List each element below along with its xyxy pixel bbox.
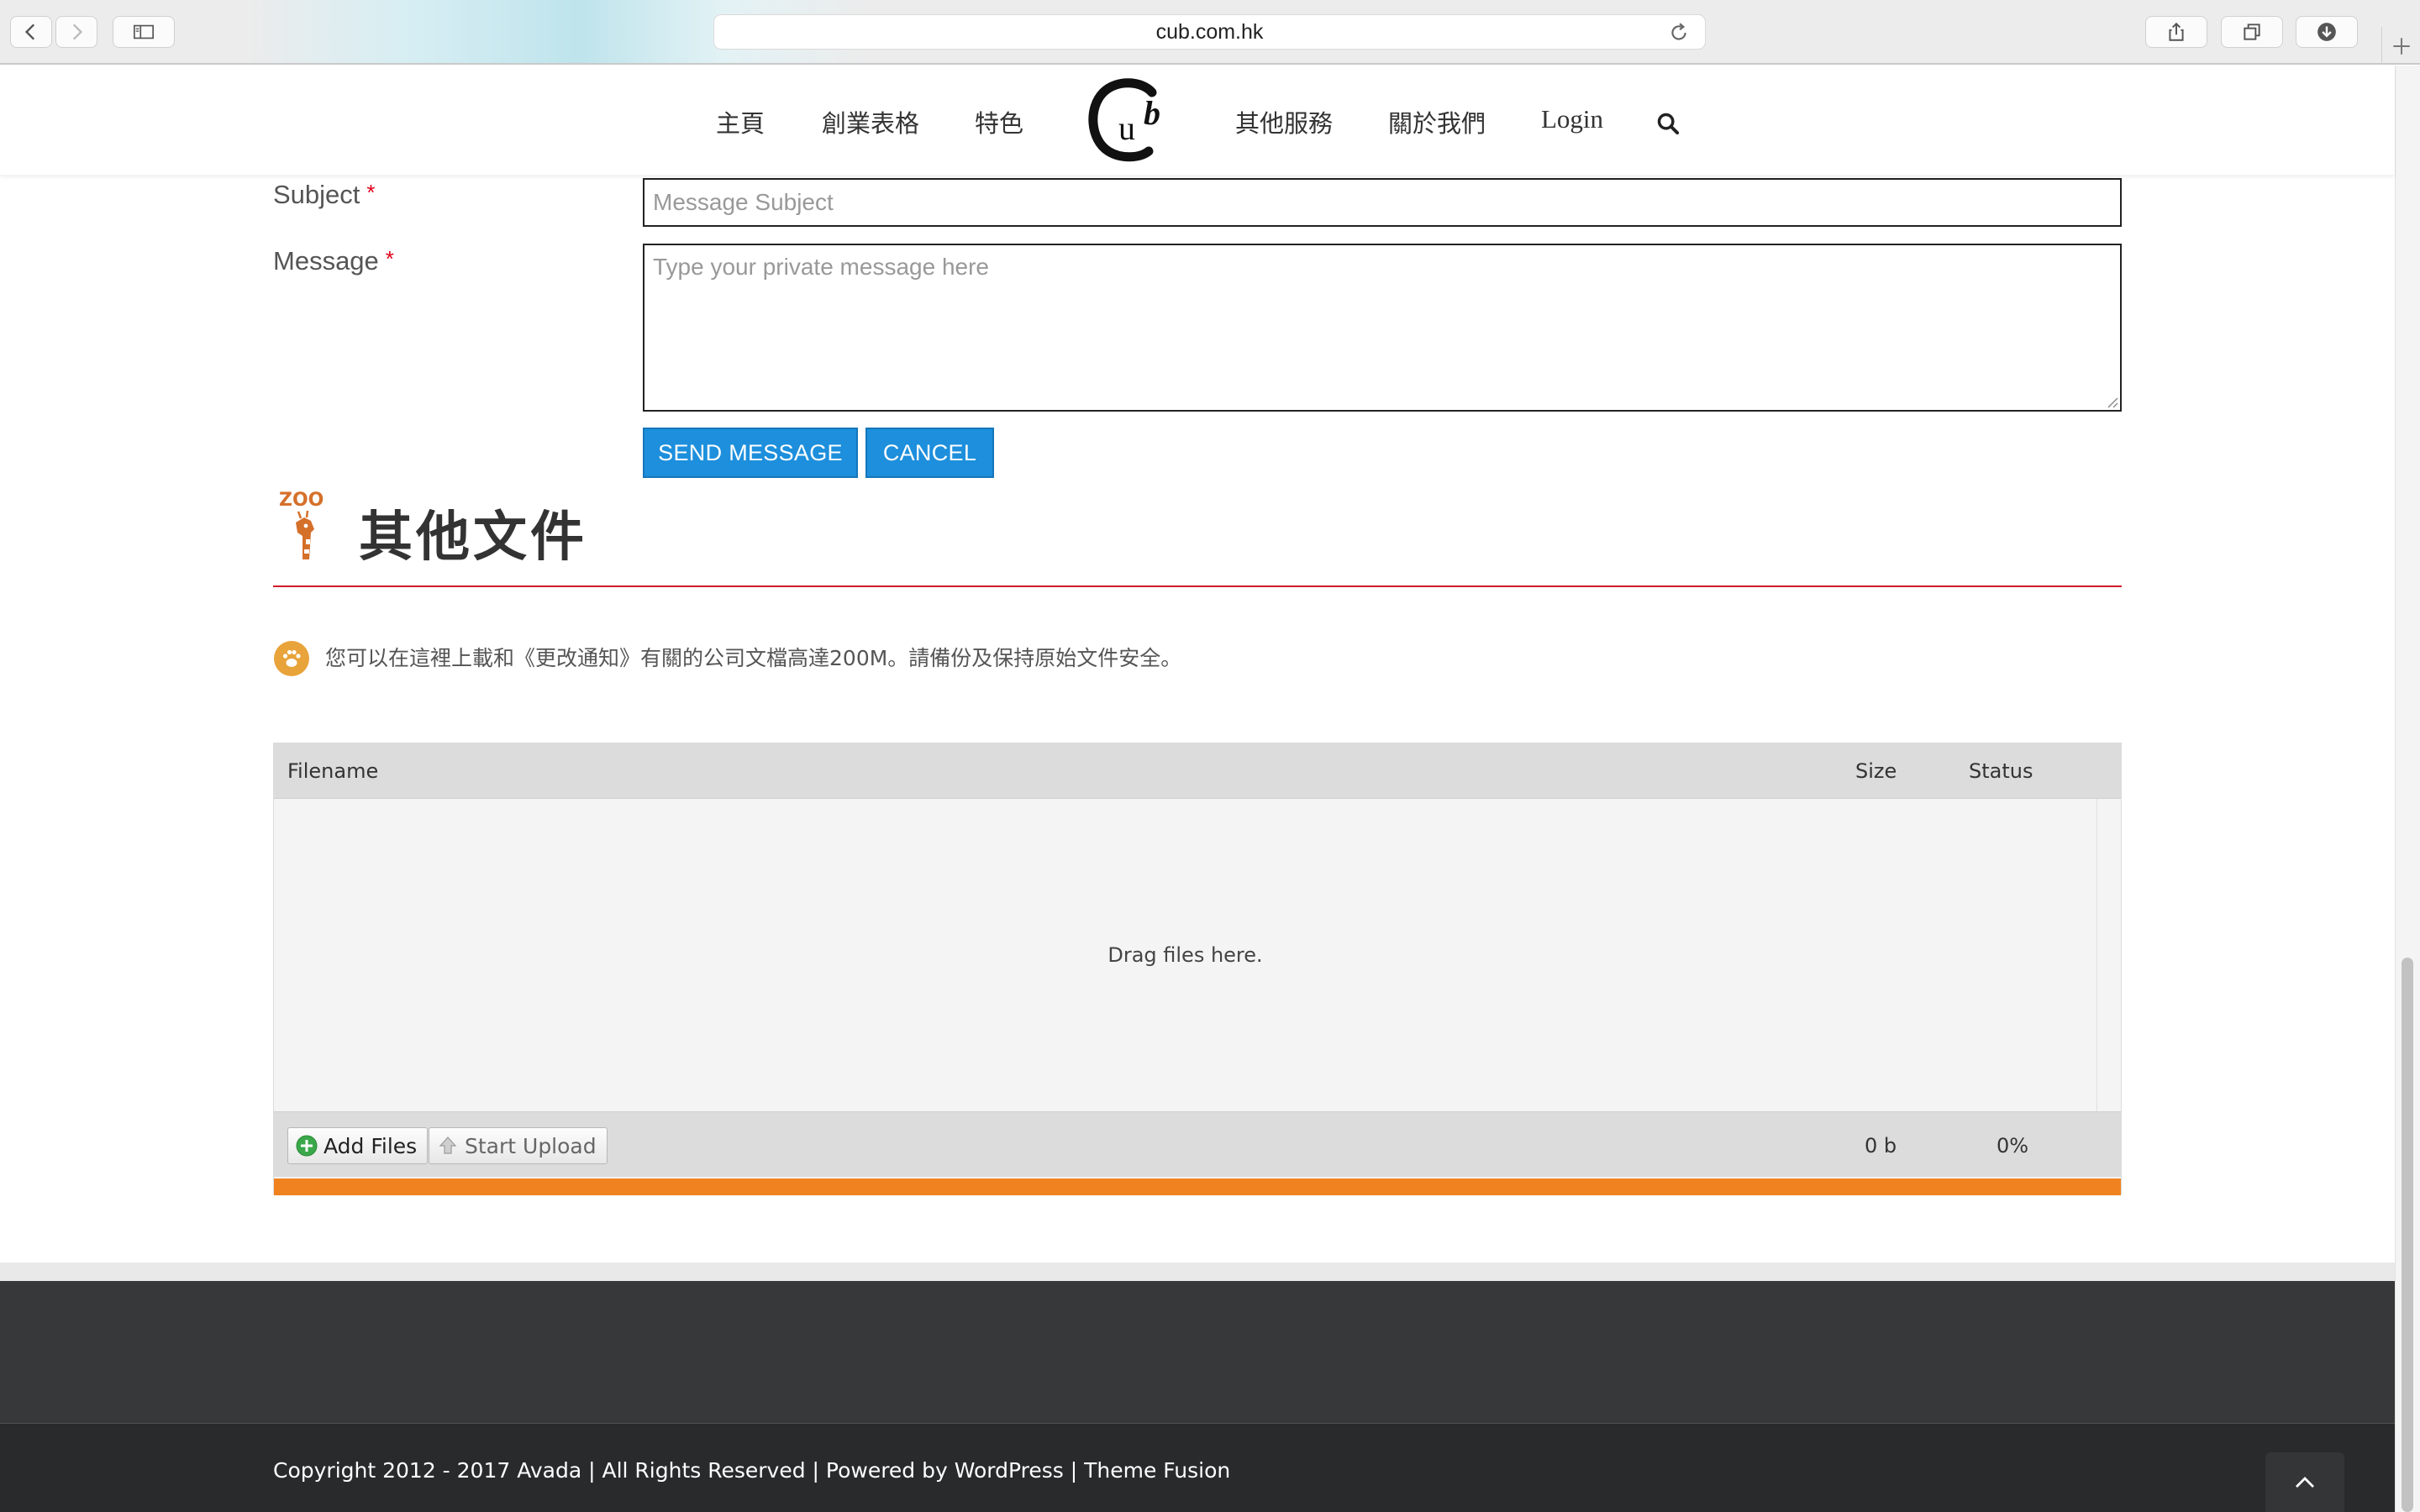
drop-hint: Drag files here. [1107, 943, 1263, 967]
tabs-overview-button[interactable] [2221, 16, 2283, 48]
start-upload-label: Start Upload [465, 1133, 597, 1158]
nav-features[interactable]: 特色 [975, 104, 1023, 139]
nav-other-services[interactable]: 其他服務 [1235, 104, 1333, 139]
message-placeholder: Type your private message here [653, 254, 989, 280]
footer-widgets-area [0, 1281, 2395, 1424]
cub-logo[interactable]: u b [1083, 74, 1176, 166]
upload-progress-bar [274, 1179, 2121, 1195]
nav-home[interactable]: 主頁 [716, 104, 765, 139]
add-files-button[interactable]: Add Files [287, 1127, 429, 1164]
add-files-label: Add Files [324, 1133, 418, 1158]
cancel-button[interactable]: CANCEL [865, 428, 994, 478]
paw-icon [274, 641, 309, 676]
back-button[interactable] [10, 16, 52, 48]
new-tab-button[interactable] [2381, 27, 2420, 65]
file-drop-zone[interactable]: Drag files here. [274, 799, 2097, 1111]
total-percent: 0% [1996, 1134, 2029, 1158]
resize-grip-icon[interactable] [2105, 395, 2118, 408]
copyright-text: Copyright 2012 - 2017 Avada | All Rights… [273, 1458, 1231, 1483]
chevron-right-icon [72, 24, 83, 40]
subject-label: Subject * [273, 180, 376, 210]
download-icon [2317, 23, 2336, 41]
chevron-up-icon [2296, 1476, 2314, 1488]
total-size: 0 b [1865, 1134, 1897, 1158]
section-divider [273, 585, 2122, 587]
required-mark: * [385, 246, 394, 271]
forward-button[interactable] [55, 16, 97, 48]
nav-login[interactable]: Login [1541, 104, 1603, 134]
zoo-logo-text: ZOO [279, 490, 324, 511]
back-to-top-button[interactable] [2265, 1452, 2344, 1512]
subject-placeholder: Message Subject [653, 189, 834, 215]
section-title: 其他文件 [359, 507, 587, 569]
footer-divider [0, 1263, 2395, 1281]
site-header: 主頁 創業表格 特色 u b 其他服務 關於我們 Login [0, 66, 2395, 175]
zoo-giraffe-logo: ZOO [279, 490, 324, 559]
message-label-text: Message [273, 246, 379, 276]
page-scrollbar-thumb[interactable] [2402, 958, 2413, 1512]
column-size: Size [1855, 759, 1897, 783]
nav-about-us[interactable]: 關於我們 [1388, 104, 1486, 139]
uploader-footer: Add Files Start Upload 0 b 0% [274, 1111, 2121, 1177]
uploader-header: Filename Size Status [274, 743, 2121, 799]
nav-startup-forms[interactable]: 創業表格 [822, 104, 919, 139]
message-textarea[interactable]: Type your private message here [643, 244, 2122, 412]
sidebar-toggle-button[interactable] [113, 16, 175, 48]
url-text: cub.com.hk [1155, 19, 1264, 44]
upload-notice: 您可以在這裡上載和《更改通知》有關的公司文檔高達200M。請備份及保持原始文件安… [325, 646, 1182, 670]
subject-input[interactable]: Message Subject [643, 178, 2122, 227]
svg-text:b: b [1144, 94, 1160, 132]
column-status: Status [1969, 759, 2033, 783]
share-button[interactable] [2145, 16, 2207, 48]
plus-icon [2392, 37, 2410, 55]
search-icon[interactable] [1656, 112, 1680, 135]
sidebar-icon [134, 24, 154, 39]
chevron-left-icon [24, 24, 35, 40]
file-uploader: Filename Size Status Drag files here. Ad… [273, 743, 2122, 1195]
message-label: Message * [273, 246, 394, 276]
send-message-button[interactable]: SEND MESSAGE [643, 428, 858, 478]
subject-label-text: Subject [273, 180, 360, 209]
reload-icon[interactable] [1668, 22, 1690, 44]
svg-text:u: u [1118, 109, 1135, 147]
address-bar[interactable]: cub.com.hk [713, 14, 1706, 50]
required-mark: * [366, 180, 376, 205]
arrow-up-icon [439, 1137, 457, 1154]
share-icon [2169, 22, 2184, 41]
browser-toolbar: cub.com.hk [0, 0, 2420, 65]
start-upload-button[interactable]: Start Upload [429, 1127, 608, 1164]
downloads-button[interactable] [2296, 16, 2358, 48]
column-filename: Filename [287, 759, 379, 783]
tabs-icon [2244, 24, 2260, 40]
add-circle-icon [296, 1135, 318, 1157]
